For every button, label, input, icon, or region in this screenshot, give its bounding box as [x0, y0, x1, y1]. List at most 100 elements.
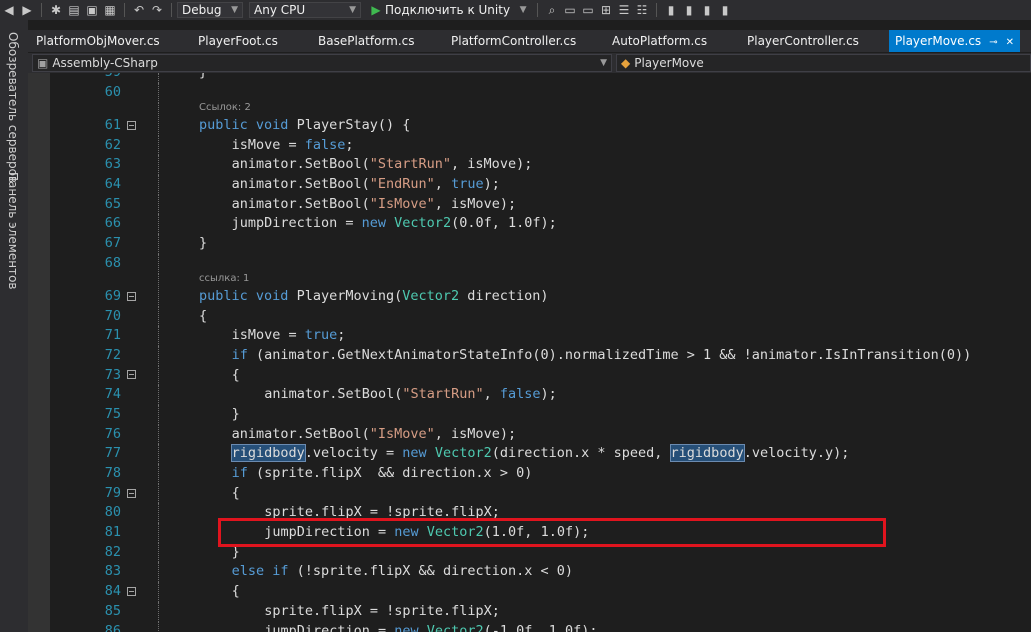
- toolbar-divider: [124, 3, 125, 17]
- code-text[interactable]: }: [199, 235, 207, 251]
- redo-icon[interactable]: ↷: [148, 3, 166, 17]
- code-line[interactable]: 64 animator.SetBool("EndRun", true);: [50, 175, 1031, 195]
- code-line[interactable]: 86 jumpDirection = new Vector2(-1.0f, 1.0…: [50, 621, 1031, 632]
- code-line[interactable]: 78 if (sprite.flipX && direction.x > 0): [50, 464, 1031, 484]
- pin-icon[interactable]: ⊸: [989, 37, 997, 48]
- play-icon[interactable]: ▶: [367, 3, 385, 17]
- tool-icon[interactable]: ▭: [561, 3, 579, 17]
- code-line[interactable]: 70 {: [50, 306, 1031, 327]
- code-line[interactable]: 76 animator.SetBool("IsMove", isMove);: [50, 424, 1031, 445]
- code-text[interactable]: isMove = true;: [232, 327, 346, 343]
- platform-select[interactable]: Any CPU ▼: [249, 2, 361, 18]
- find-icon[interactable]: ⌕: [543, 3, 561, 18]
- tab-playercontroller[interactable]: PlayerController.cs: [747, 30, 859, 52]
- code-text[interactable]: jumpDirection = new Vector2(-1.0f, 1.0f)…: [264, 623, 597, 632]
- toolbox-tab[interactable]: Панель элементов: [6, 172, 20, 290]
- bookmark-icon[interactable]: ▮: [662, 3, 680, 17]
- code-line[interactable]: 74 animator.SetBool("StartRun", false);: [50, 385, 1031, 405]
- tab-platformobjmover[interactable]: PlatformObjMover.cs: [36, 30, 160, 52]
- project-select[interactable]: ▣ Assembly-CSharp ▼: [32, 54, 612, 72]
- code-text[interactable]: animator.SetBool("IsMove", isMove);: [232, 196, 516, 212]
- code-text[interactable]: animator.SetBool("EndRun", true);: [232, 176, 500, 192]
- code-line[interactable]: 77 rigidbody.velocity = new Vector2(direc…: [50, 444, 1031, 464]
- code-text[interactable]: {: [232, 485, 240, 501]
- outline-guide: [158, 135, 159, 156]
- code-line[interactable]: 59}: [50, 73, 1031, 83]
- back-icon[interactable]: ◀: [0, 3, 18, 17]
- tool-icon[interactable]: ▮: [680, 3, 698, 17]
- code-lens-references[interactable]: Ссылок: 2: [199, 102, 251, 113]
- new-item-icon[interactable]: ✱: [47, 3, 65, 17]
- code-line[interactable]: 72 if (animator.GetNextAnimatorStateInfo(…: [50, 345, 1031, 366]
- collapse-icon[interactable]: [127, 370, 136, 380]
- code-editor[interactable]: 59}60Ссылок: 261public void PlayerStay()…: [28, 73, 1031, 632]
- code-text[interactable]: {: [232, 583, 240, 599]
- line-number: 62: [104, 136, 121, 153]
- code-text[interactable]: animator.SetBool("IsMove", isMove);: [232, 426, 516, 442]
- code-line[interactable]: 73 {: [50, 365, 1031, 386]
- code-text[interactable]: if (animator.GetNextAnimatorStateInfo(0)…: [232, 347, 972, 363]
- navigation-bar: ▣ Assembly-CSharp ▼ ◆ PlayerMove: [28, 53, 1031, 73]
- code-text[interactable]: }: [232, 406, 240, 422]
- tool-icon[interactable]: ▮: [698, 3, 716, 17]
- run-button[interactable]: Подключить к Unity: [385, 3, 510, 17]
- code-line[interactable]: ссылка: 1 69 public void PlayerMoving(Vect…: [50, 273, 1031, 307]
- code-text[interactable]: else if (!sprite.flipX && direction.x < …: [232, 563, 573, 579]
- configuration-select[interactable]: Debug ▼: [177, 2, 243, 18]
- code-line[interactable]: 66 jumpDirection = new Vector2(0.0f, 1.0f…: [50, 214, 1031, 235]
- code-text[interactable]: public void PlayerMoving(Vector2 directi…: [199, 288, 549, 304]
- code-line[interactable]: 63 animator.SetBool("StartRun", isMove);: [50, 155, 1031, 176]
- tool-icon[interactable]: ⊞: [597, 3, 615, 17]
- code-text[interactable]: public void PlayerStay() {: [199, 117, 410, 133]
- code-line[interactable]: 79 {: [50, 483, 1031, 504]
- code-line[interactable]: 60: [50, 83, 1031, 103]
- code-line[interactable]: 83 else if (!sprite.flipX && direction.x …: [50, 562, 1031, 583]
- code-line[interactable]: 65 animator.SetBool("IsMove", isMove);: [50, 194, 1031, 215]
- tab-playerfoot[interactable]: PlayerFoot.cs: [198, 30, 278, 52]
- code-text[interactable]: animator.SetBool("StartRun", false);: [264, 386, 557, 402]
- code-text[interactable]: jumpDirection = new Vector2(0.0f, 1.0f);: [232, 215, 557, 231]
- tab-platformcontroller[interactable]: PlatformController.cs: [451, 30, 576, 52]
- outline-guide: [158, 601, 159, 622]
- tool-icon[interactable]: ▭: [579, 3, 597, 17]
- tool-icon[interactable]: ☰: [615, 3, 633, 17]
- tab-autoplatform[interactable]: AutoPlatform.cs: [612, 30, 707, 52]
- code-line[interactable]: 75}: [50, 404, 1031, 425]
- code-text[interactable]: {: [232, 367, 240, 383]
- code-line[interactable]: Ссылок: 2 61 public void PlayerStay() {: [50, 102, 1031, 136]
- collapse-icon[interactable]: [127, 586, 136, 596]
- tab-playermove[interactable]: PlayerMove.cs ⊸ ✕: [889, 30, 1020, 52]
- code-line[interactable]: 84 {: [50, 582, 1031, 602]
- tool-icon[interactable]: ▮: [716, 3, 734, 17]
- member-select[interactable]: ◆ PlayerMove: [616, 54, 1031, 72]
- tab-baseplatform[interactable]: BasePlatform.cs: [318, 30, 415, 52]
- tool-icon[interactable]: ☷: [633, 3, 651, 17]
- collapse-icon[interactable]: [127, 291, 136, 301]
- code-text[interactable]: isMove = false;: [232, 137, 354, 153]
- code-line[interactable]: 68: [50, 253, 1031, 274]
- save-icon[interactable]: ▣: [83, 3, 101, 17]
- server-explorer-tab[interactable]: Обозреватель серверов: [6, 32, 20, 183]
- forward-icon[interactable]: ▶: [18, 3, 36, 17]
- code-line[interactable]: 67}: [50, 234, 1031, 254]
- chevron-down-icon[interactable]: ▼: [514, 5, 532, 15]
- open-file-icon[interactable]: ▤: [65, 3, 83, 17]
- code-lens-references[interactable]: ссылка: 1: [199, 273, 249, 284]
- code-line[interactable]: 85 sprite.flipX = !sprite.flipX;: [50, 601, 1031, 622]
- code-text[interactable]: sprite.flipX = !sprite.flipX;: [264, 603, 500, 619]
- save-all-icon[interactable]: ▦: [101, 3, 119, 17]
- code-text[interactable]: {: [199, 308, 207, 324]
- code-line[interactable]: 71 isMove = true;: [50, 326, 1031, 346]
- code-text[interactable]: rigidbody.velocity = new Vector2(directi…: [230, 444, 849, 463]
- code-text[interactable]: }: [199, 73, 207, 80]
- code-text[interactable]: if (sprite.flipX && direction.x > 0): [232, 465, 533, 481]
- highlight-box: [218, 518, 886, 547]
- collapse-icon[interactable]: [127, 120, 136, 130]
- collapse-icon[interactable]: [127, 488, 136, 498]
- code-line[interactable]: 62 isMove = false;: [50, 135, 1031, 156]
- close-icon[interactable]: ✕: [1006, 37, 1014, 48]
- code-text[interactable]: animator.SetBool("StartRun", isMove);: [232, 156, 533, 172]
- outline-guide: [158, 404, 159, 425]
- code-area[interactable]: 59}60Ссылок: 261public void PlayerStay()…: [50, 73, 1031, 632]
- undo-icon[interactable]: ↶: [130, 3, 148, 17]
